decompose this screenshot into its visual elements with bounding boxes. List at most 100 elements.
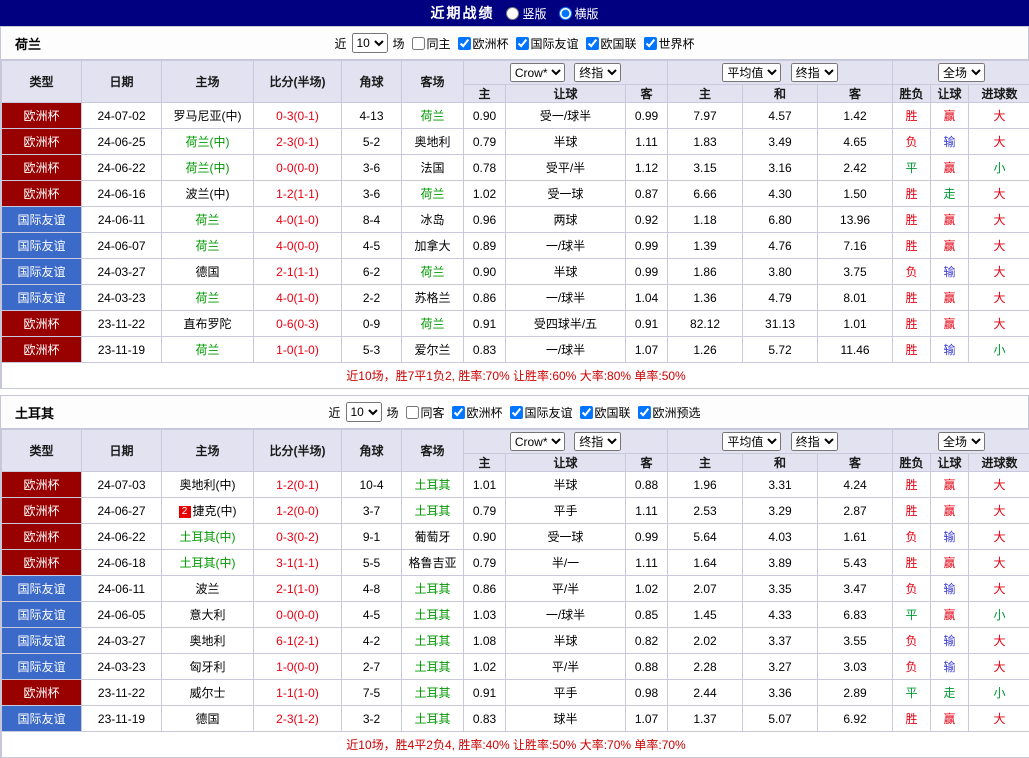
home-team[interactable]: 荷兰 [162, 207, 254, 233]
competition-checkbox[interactable] [457, 37, 470, 50]
home-team[interactable]: 威尔士 [162, 680, 254, 706]
home-team[interactable]: 荷兰 [162, 233, 254, 259]
euro-odds-time-select[interactable]: 终指 [791, 63, 838, 82]
home-team[interactable]: 荷兰 [162, 285, 254, 311]
competition-filter-euro-qualifiers[interactable]: 欧洲预选 [634, 404, 701, 421]
match-score[interactable]: 1-0(1-0) [254, 337, 342, 363]
layout-vertical-option[interactable]: 竖版 [506, 5, 546, 22]
asian-odds-time-select[interactable]: 终指 [574, 432, 621, 451]
same-venue-filter[interactable]: 同主 [407, 35, 450, 52]
away-team[interactable]: 爱尔兰 [402, 337, 464, 363]
match-score[interactable]: 1-2(1-1) [254, 181, 342, 207]
same-venue-checkbox[interactable] [405, 406, 418, 419]
away-team[interactable]: 荷兰 [402, 103, 464, 129]
match-score[interactable]: 4-0(1-0) [254, 285, 342, 311]
home-team[interactable]: 德国 [162, 706, 254, 732]
recent-count-select[interactable]: 10 [345, 402, 381, 422]
competition-filter-world-cup[interactable]: 世界杯 [640, 35, 695, 52]
match-score[interactable]: 3-1(1-1) [254, 550, 342, 576]
home-team[interactable]: 波兰(中) [162, 181, 254, 207]
away-team[interactable]: 土耳其 [402, 628, 464, 654]
match-score[interactable]: 4-0(0-0) [254, 233, 342, 259]
home-team[interactable]: 土耳其(中) [162, 524, 254, 550]
match-score[interactable]: 1-0(0-0) [254, 654, 342, 680]
layout-horizontal-option[interactable]: 横版 [559, 5, 599, 22]
match-score[interactable]: 0-3(0-2) [254, 524, 342, 550]
home-team[interactable]: 德国 [162, 259, 254, 285]
match-score[interactable]: 1-1(1-0) [254, 680, 342, 706]
away-team[interactable]: 土耳其 [402, 680, 464, 706]
match-score[interactable]: 0-3(0-1) [254, 103, 342, 129]
match-score[interactable]: 0-0(0-0) [254, 602, 342, 628]
match-date: 24-06-11 [82, 576, 162, 602]
match-score[interactable]: 1-2(0-0) [254, 498, 342, 524]
home-team[interactable]: 罗马尼亚(中) [162, 103, 254, 129]
euro-avg-select[interactable]: 平均值 [722, 432, 781, 451]
home-team[interactable]: 意大利 [162, 602, 254, 628]
competition-filter-eurocup[interactable]: 欧洲杯 [453, 35, 508, 52]
competition-filter-friendly[interactable]: 国际友谊 [506, 404, 573, 421]
match-score[interactable]: 2-3(0-1) [254, 129, 342, 155]
competition-filter-eurocup[interactable]: 欧洲杯 [447, 404, 502, 421]
away-team[interactable]: 土耳其 [402, 472, 464, 498]
match-date: 24-06-27 [82, 498, 162, 524]
match-score[interactable]: 2-1(1-1) [254, 259, 342, 285]
match-score[interactable]: 2-3(1-2) [254, 706, 342, 732]
match-score[interactable]: 0-6(0-3) [254, 311, 342, 337]
competition-filter-nations-league[interactable]: 欧国联 [576, 404, 631, 421]
away-team[interactable]: 土耳其 [402, 498, 464, 524]
euro-odds-time-select[interactable]: 终指 [791, 432, 838, 451]
away-team[interactable]: 葡萄牙 [402, 524, 464, 550]
vertical-radio[interactable] [506, 7, 519, 20]
match-score[interactable]: 6-1(2-1) [254, 628, 342, 654]
home-team[interactable]: 直布罗陀 [162, 311, 254, 337]
competition-checkbox[interactable] [644, 37, 657, 50]
away-team[interactable]: 荷兰 [402, 259, 464, 285]
home-team[interactable]: 奥地利(中) [162, 472, 254, 498]
scope-select[interactable]: 全场 [938, 432, 985, 451]
asian-odds-time-select[interactable]: 终指 [574, 63, 621, 82]
recent-count-select[interactable]: 10 [351, 33, 387, 53]
home-team[interactable]: 奥地利 [162, 628, 254, 654]
home-team[interactable]: 荷兰(中) [162, 155, 254, 181]
away-team[interactable]: 土耳其 [402, 654, 464, 680]
away-team[interactable]: 格鲁吉亚 [402, 550, 464, 576]
scope-select[interactable]: 全场 [938, 63, 985, 82]
same-venue-checkbox[interactable] [411, 37, 424, 50]
handicap-result: 赢 [931, 706, 969, 732]
home-team[interactable]: 波兰 [162, 576, 254, 602]
home-team[interactable]: 土耳其(中) [162, 550, 254, 576]
match-score[interactable]: 2-1(1-0) [254, 576, 342, 602]
match-score[interactable]: 4-0(1-0) [254, 207, 342, 233]
bookmaker-select[interactable]: Crow* [510, 63, 565, 82]
competition-checkbox[interactable] [580, 406, 593, 419]
asian-away-odds: 0.88 [626, 654, 668, 680]
away-team[interactable]: 加拿大 [402, 233, 464, 259]
away-team[interactable]: 土耳其 [402, 706, 464, 732]
away-team[interactable]: 荷兰 [402, 181, 464, 207]
same-venue-filter[interactable]: 同客 [401, 404, 444, 421]
away-team[interactable]: 土耳其 [402, 602, 464, 628]
bookmaker-select[interactable]: Crow* [510, 432, 565, 451]
competition-checkbox[interactable] [510, 406, 523, 419]
away-team[interactable]: 土耳其 [402, 576, 464, 602]
home-team[interactable]: 匈牙利 [162, 654, 254, 680]
home-team[interactable]: 荷兰(中) [162, 129, 254, 155]
competition-filter-nations-league[interactable]: 欧国联 [582, 35, 637, 52]
away-team[interactable]: 苏格兰 [402, 285, 464, 311]
competition-checkbox[interactable] [586, 37, 599, 50]
euro-avg-select[interactable]: 平均值 [722, 63, 781, 82]
home-team[interactable]: 荷兰 [162, 337, 254, 363]
horizontal-radio[interactable] [559, 7, 572, 20]
away-team[interactable]: 冰岛 [402, 207, 464, 233]
away-team[interactable]: 荷兰 [402, 311, 464, 337]
away-team[interactable]: 法国 [402, 155, 464, 181]
home-team[interactable]: 2捷克(中) [162, 498, 254, 524]
competition-filter-friendly[interactable]: 国际友谊 [512, 35, 579, 52]
match-score[interactable]: 0-0(0-0) [254, 155, 342, 181]
competition-checkbox[interactable] [516, 37, 529, 50]
competition-checkbox[interactable] [638, 406, 651, 419]
away-team[interactable]: 奥地利 [402, 129, 464, 155]
match-score[interactable]: 1-2(0-1) [254, 472, 342, 498]
competition-checkbox[interactable] [451, 406, 464, 419]
